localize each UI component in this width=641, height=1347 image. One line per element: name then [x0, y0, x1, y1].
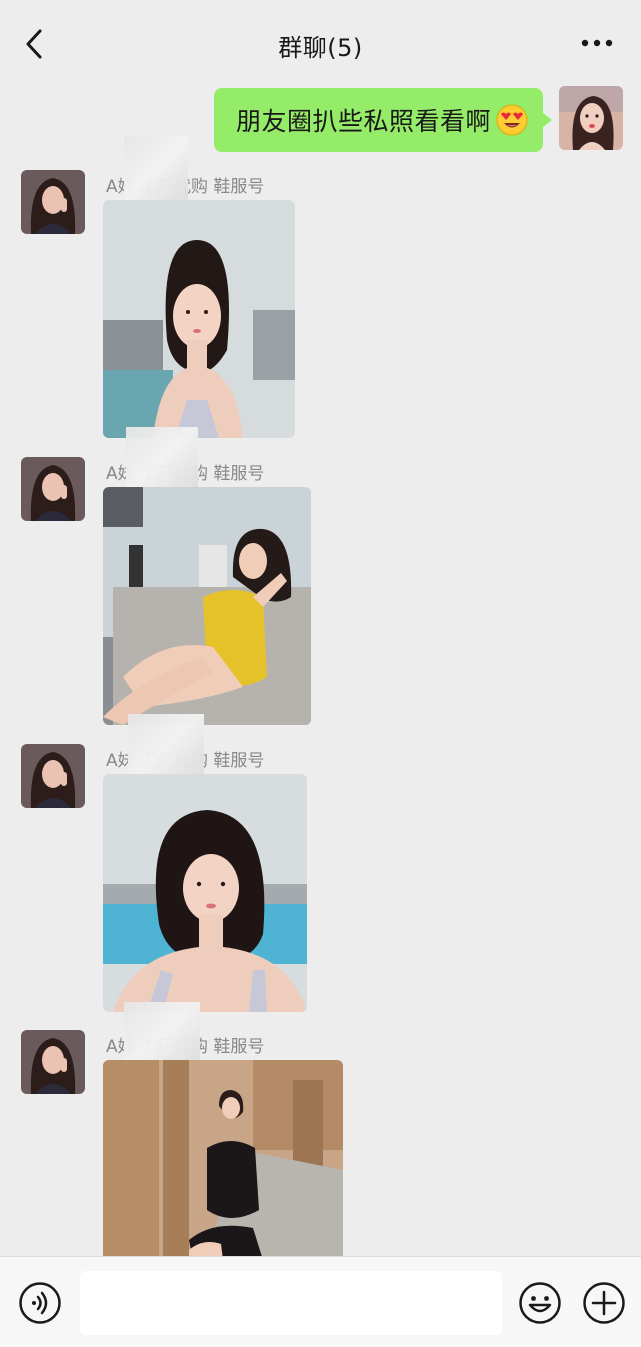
my-avatar[interactable]	[559, 86, 623, 150]
image-message[interactable]	[103, 774, 307, 1012]
message-list[interactable]: 朋友圈扒些私照看看啊 A妹 鞋服号 A妹 鞋服号 A妹 鞋服号 A妹 鞋服号	[0, 84, 641, 1256]
message-bubble[interactable]: 朋友圈扒些私照看看啊	[213, 88, 553, 152]
voice-icon[interactable]	[18, 1281, 62, 1325]
privacy-blur	[124, 1002, 200, 1068]
message-incoming: A妹 工厂代购 鞋服号	[0, 427, 641, 727]
privacy-blur	[128, 714, 204, 776]
image-message[interactable]	[103, 200, 295, 438]
image-message[interactable]	[103, 1060, 343, 1256]
message-outgoing: 朋友圈扒些私照看看啊	[0, 86, 641, 156]
chat-title: 群聊(5)	[278, 34, 363, 62]
message-text: 朋友圈扒些私照看看啊	[235, 107, 491, 136]
plus-icon[interactable]	[582, 1281, 626, 1325]
chat-header: 群聊(5)	[0, 0, 641, 84]
heart-eyes-face-icon	[496, 104, 528, 136]
sender-avatar[interactable]	[21, 457, 85, 521]
input-bar	[0, 1256, 641, 1347]
privacy-blur	[124, 136, 188, 202]
message-incoming: A妹 工厂代购 鞋服号	[0, 1002, 641, 1256]
sender-avatar[interactable]	[21, 1030, 85, 1094]
message-input[interactable]	[80, 1271, 502, 1335]
image-message[interactable]	[103, 487, 311, 725]
smiley-icon[interactable]	[518, 1281, 562, 1325]
message-incoming: A妹 工厂代购 鞋服号	[0, 136, 641, 440]
privacy-blur	[126, 427, 198, 491]
sender-avatar[interactable]	[21, 744, 85, 808]
ellipsis-icon[interactable]	[581, 36, 613, 50]
message-incoming: A妹 工厂代购 鞋服号	[0, 714, 641, 1014]
sender-avatar[interactable]	[21, 170, 85, 234]
